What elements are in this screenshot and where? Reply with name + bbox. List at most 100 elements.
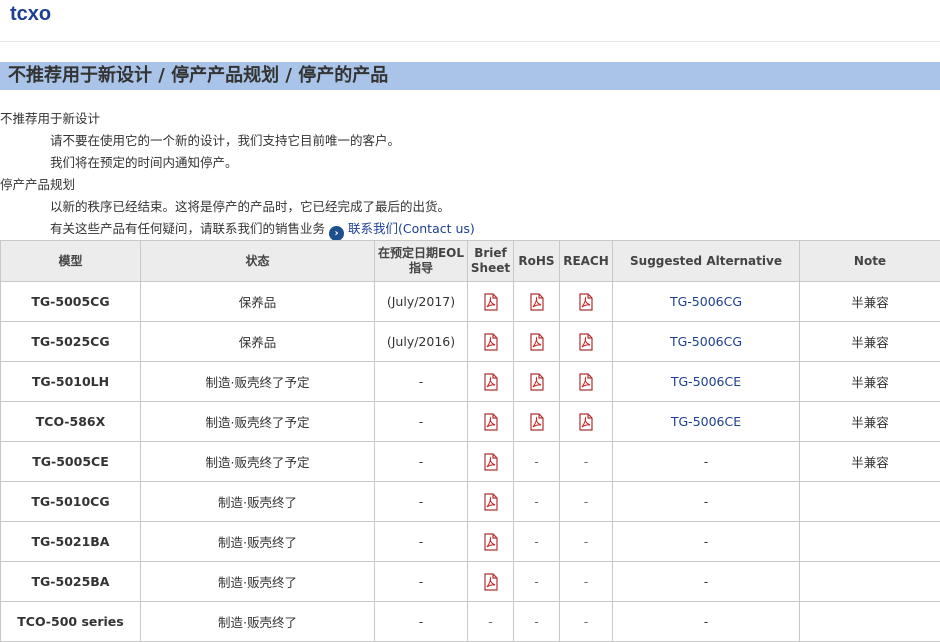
eol-cell: - — [375, 482, 468, 522]
status-cell: 保养品 — [141, 322, 375, 362]
status-cell: 保养品 — [141, 282, 375, 322]
alternative-cell: - — [613, 602, 800, 642]
model-cell: TG-5005CE — [1, 442, 141, 482]
alternative-cell: - — [613, 442, 800, 482]
pdf-icon[interactable] — [529, 413, 545, 428]
top-divider — [0, 41, 940, 42]
notes-block: 不推荐用于新设计 请不要在使用它的一个新的设计，我们支持它目前唯一的客户。 我们… — [0, 108, 940, 240]
reach-cell[interactable] — [560, 322, 613, 362]
model-cell: TG-5025BA — [1, 562, 141, 602]
empty-value: - — [584, 534, 589, 549]
status-cell: 制造·贩壳终了 — [141, 562, 375, 602]
brief-cell[interactable] — [468, 562, 514, 602]
pdf-icon[interactable] — [483, 333, 499, 348]
alternative-link[interactable]: TG-5006CG — [670, 294, 742, 309]
empty-value: - — [584, 454, 589, 469]
brief-cell[interactable] — [468, 322, 514, 362]
brief-cell[interactable] — [468, 362, 514, 402]
pdf-icon[interactable] — [529, 293, 545, 308]
model-cell: TG-5025CG — [1, 322, 141, 362]
pdf-icon[interactable] — [483, 373, 499, 388]
eol-cell: - — [375, 562, 468, 602]
brief-cell: - — [468, 602, 514, 642]
status-cell: 制造·贩壳终了 — [141, 602, 375, 642]
table-row: TG-5005CG保养品(July/2017) TG-5006CG 半兼容 — [1, 282, 940, 322]
alternative-link[interactable]: TG-5006CG — [670, 334, 742, 349]
table-row: TG-5010LH制造·贩壳终了予定-TG-5006CE半兼容 — [1, 362, 940, 402]
header-rohs: RoHS — [514, 241, 560, 282]
alternative-cell: - — [613, 482, 800, 522]
rohs-cell[interactable] — [514, 282, 560, 322]
eol-cell: - — [375, 402, 468, 442]
eol-cell: (July/2017) — [375, 282, 468, 322]
brief-cell[interactable] — [468, 402, 514, 442]
table-row: TG-5005CE制造·贩壳终了予定----半兼容 — [1, 442, 940, 482]
site-title[interactable]: tcxo — [10, 3, 51, 26]
alternative-cell[interactable]: TG-5006CG — [613, 282, 800, 322]
pdf-icon[interactable] — [483, 413, 499, 428]
alternative-link[interactable]: TG-5006CE — [671, 414, 741, 429]
not-recommended-line-2: 我们将在预定的时间内通知停产。 — [0, 152, 940, 174]
pdf-icon[interactable] — [483, 573, 499, 588]
alternative-cell[interactable]: TG-5006CG — [613, 322, 800, 362]
empty-value: - — [534, 614, 539, 629]
table-row: TG-5010CG制造·贩壳终了---- — [1, 482, 940, 522]
table-row: TG-5025BA制造·贩壳终了---- — [1, 562, 940, 602]
contact-us-link[interactable]: 联系我们(Contact us) — [348, 221, 475, 236]
brief-cell[interactable] — [468, 442, 514, 482]
empty-value: - — [534, 574, 539, 589]
pdf-icon[interactable] — [578, 413, 594, 428]
note-cell: 半兼容 — [800, 442, 940, 482]
rohs-cell: - — [514, 562, 560, 602]
reach-cell: - — [560, 522, 613, 562]
brief-cell[interactable] — [468, 282, 514, 322]
eol-cell: - — [375, 362, 468, 402]
pdf-icon[interactable] — [483, 493, 499, 508]
brief-cell[interactable] — [468, 522, 514, 562]
eol-cell: - — [375, 602, 468, 642]
reach-cell[interactable] — [560, 362, 613, 402]
reach-cell: - — [560, 482, 613, 522]
header-brief-sheet: Brief Sheet — [468, 241, 514, 282]
rohs-cell[interactable] — [514, 322, 560, 362]
model-cell: TG-5010CG — [1, 482, 141, 522]
reach-cell: - — [560, 562, 613, 602]
products-table: 模型 状态 在预定日期EOL指导 Brief Sheet RoHS REACH … — [0, 240, 940, 642]
table-row: TCO-586X制造·贩壳终了予定-TG-5006CE半兼容 — [1, 402, 940, 442]
discontinued-line-1: 以新的秩序已经结束。这将是停产的产品时，它已经完成了最后的出货。 — [0, 196, 940, 218]
arrow-circle-icon[interactable]: › — [329, 226, 344, 241]
reach-cell[interactable] — [560, 402, 613, 442]
note-cell — [800, 482, 940, 522]
alternative-cell[interactable]: TG-5006CE — [613, 362, 800, 402]
reach-cell[interactable] — [560, 282, 613, 322]
status-cell: 制造·贩壳终了 — [141, 482, 375, 522]
pdf-icon[interactable] — [529, 373, 545, 388]
brief-cell[interactable] — [468, 482, 514, 522]
eol-cell: (July/2016) — [375, 322, 468, 362]
model-cell: TG-5005CG — [1, 282, 141, 322]
status-cell: 制造·贩壳终了 — [141, 522, 375, 562]
alternative-link[interactable]: TG-5006CE — [671, 374, 741, 389]
header-reach: REACH — [560, 241, 613, 282]
alternative-cell[interactable]: TG-5006CE — [613, 402, 800, 442]
contact-prefix: 有关这些产品有任何疑问，请联系我们的销售业务 — [50, 221, 325, 236]
discontinued-title: 停产产品规划 — [0, 174, 940, 196]
note-cell — [800, 522, 940, 562]
header-status: 状态 — [141, 241, 375, 282]
header-suggested-alternative: Suggested Alternative — [613, 241, 800, 282]
empty-value: - — [584, 494, 589, 509]
pdf-icon[interactable] — [483, 533, 499, 548]
rohs-cell[interactable] — [514, 402, 560, 442]
not-recommended-title: 不推荐用于新设计 — [0, 108, 940, 130]
note-cell: 半兼容 — [800, 282, 940, 322]
pdf-icon[interactable] — [483, 453, 499, 468]
model-cell: TG-5010LH — [1, 362, 141, 402]
pdf-icon[interactable] — [578, 333, 594, 348]
pdf-icon[interactable] — [529, 333, 545, 348]
eol-cell: - — [375, 442, 468, 482]
pdf-icon[interactable] — [578, 373, 594, 388]
header-note: Note — [800, 241, 940, 282]
rohs-cell[interactable] — [514, 362, 560, 402]
pdf-icon[interactable] — [578, 293, 594, 308]
pdf-icon[interactable] — [483, 293, 499, 308]
